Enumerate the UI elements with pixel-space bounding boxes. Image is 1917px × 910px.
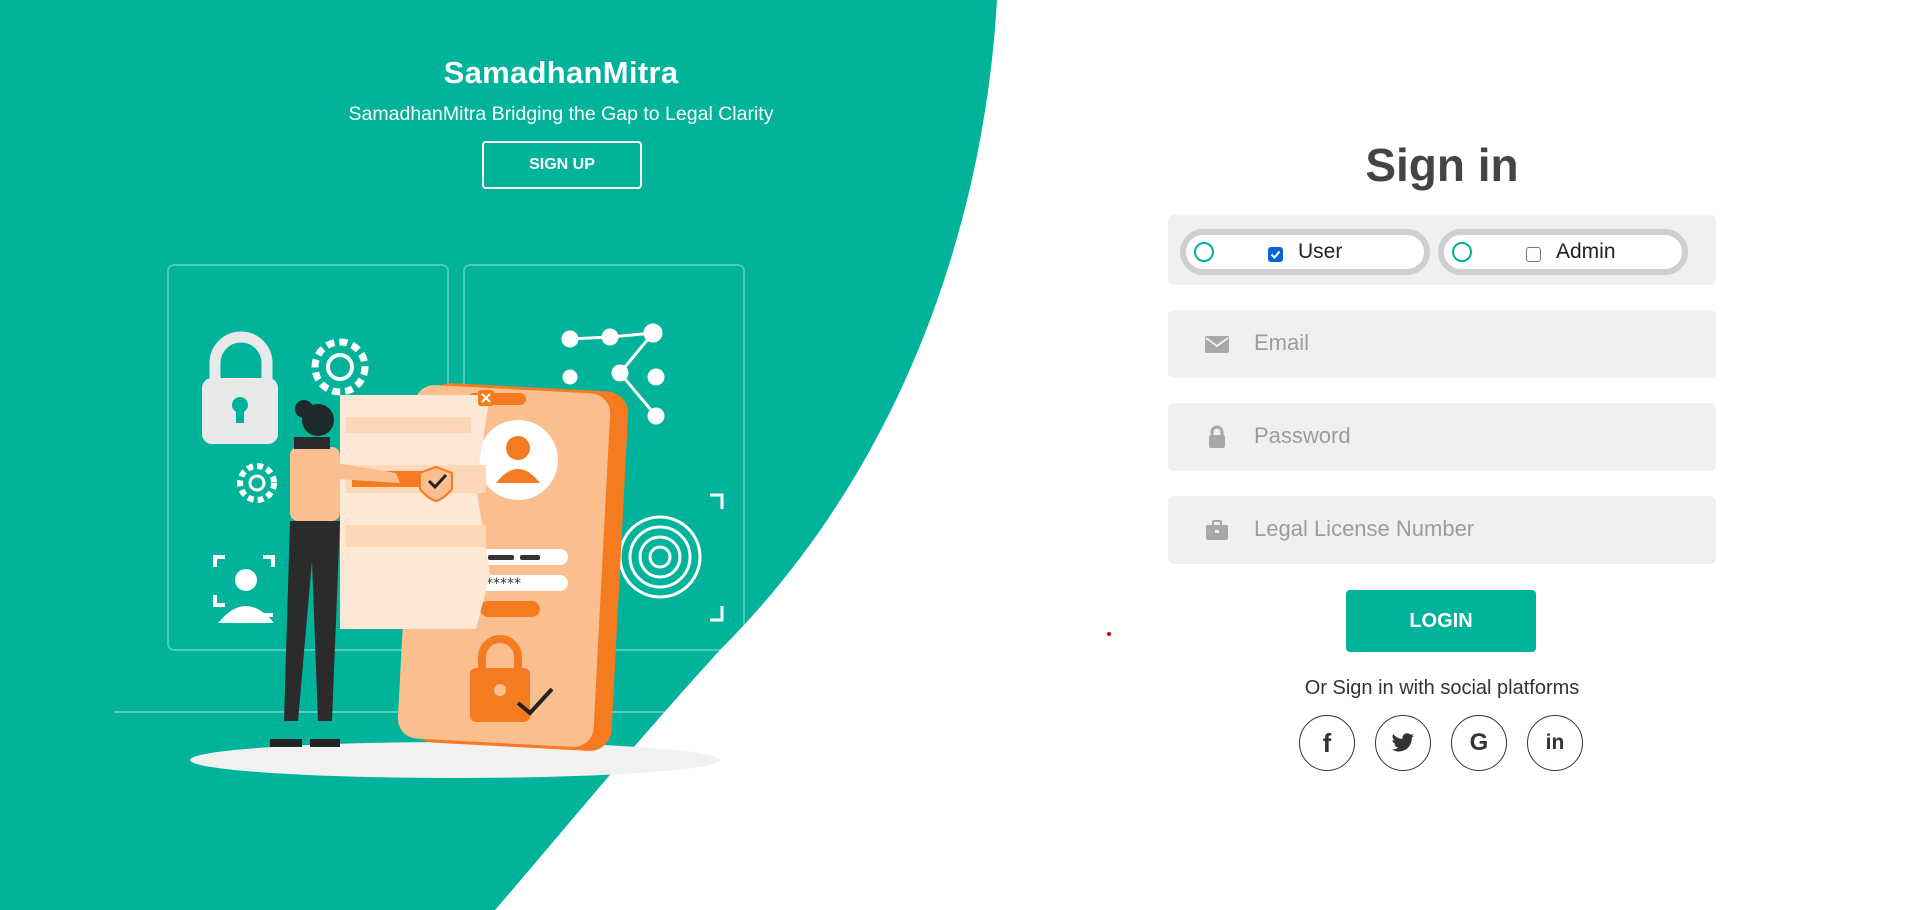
admin-checkbox[interactable] (1526, 247, 1541, 262)
role-option-admin[interactable]: Admin (1438, 229, 1688, 275)
radio-icon[interactable] (1452, 242, 1472, 262)
login-button[interactable]: LOGIN (1346, 590, 1536, 652)
role-label-user: User (1298, 240, 1343, 263)
briefcase-icon (1206, 520, 1228, 540)
email-field[interactable]: Email (1168, 310, 1716, 378)
role-selector: User Admin (1168, 215, 1716, 285)
google-button[interactable]: G (1451, 715, 1507, 771)
user-checkbox[interactable] (1268, 247, 1283, 262)
brand-title: SamadhanMitra (443, 55, 679, 90)
linkedin-icon: in (1545, 731, 1565, 754)
brand-tagline: SamadhanMitra Bridging the Gap to Legal … (348, 103, 774, 125)
twitter-button[interactable] (1375, 715, 1431, 771)
radio-icon[interactable] (1194, 242, 1214, 262)
role-label-admin: Admin (1556, 240, 1616, 263)
signin-title: Sign in (1365, 139, 1519, 191)
left-panel: SamadhanMitra SamadhanMitra Bridging the… (0, 0, 1000, 910)
password-field[interactable]: Password (1168, 403, 1716, 471)
signin-form: Sign in User Admin Email Password Legal … (1168, 0, 1716, 910)
facebook-button[interactable]: f (1299, 715, 1355, 771)
twitter-icon (1391, 733, 1414, 752)
social-signin-label: Or Sign in with social platforms (1304, 677, 1580, 699)
linkedin-button[interactable]: in (1527, 715, 1583, 771)
facebook-icon: f (1322, 727, 1332, 758)
security-illustration: ***** (114, 264, 790, 778)
license-placeholder: Legal License Number (1254, 516, 1475, 541)
envelope-icon (1205, 336, 1229, 353)
license-number-field[interactable]: Legal License Number (1168, 496, 1716, 564)
role-option-user[interactable]: User (1180, 229, 1430, 275)
signup-button[interactable]: SIGN UP (482, 141, 642, 189)
password-placeholder: Password (1254, 423, 1351, 448)
email-placeholder: Email (1254, 330, 1310, 355)
cursor-marker (1107, 632, 1111, 636)
google-icon: G (1469, 729, 1489, 756)
checkmark-icon (1270, 250, 1281, 259)
lock-icon (1209, 425, 1225, 448)
svg-text:*****: ***** (486, 576, 521, 592)
